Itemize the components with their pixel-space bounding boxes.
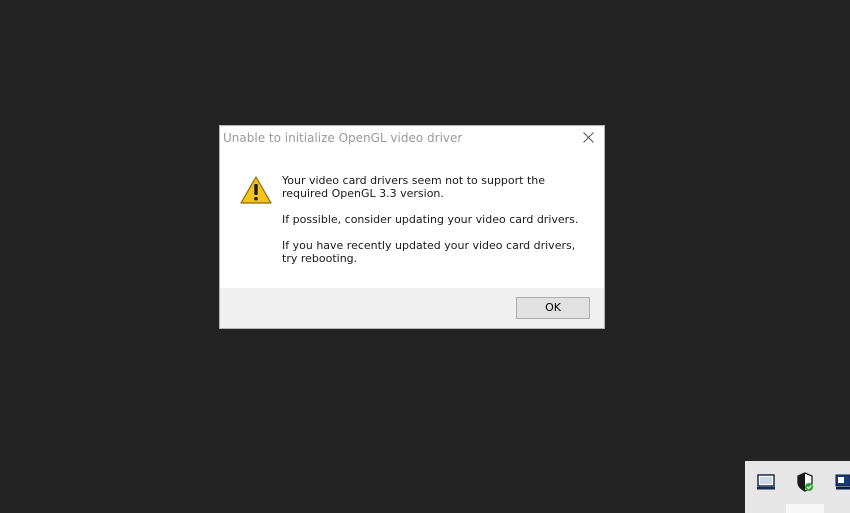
message-line-2: If possible, consider updating your vide… <box>282 213 579 226</box>
message-line-3: If you have recently updated your video … <box>282 239 576 265</box>
tray-highlight <box>786 504 824 513</box>
ok-button[interactable]: OK <box>516 297 590 319</box>
dialog-footer: OK <box>220 288 604 328</box>
dialog-title: Unable to initialize OpenGL video driver <box>223 131 463 145</box>
message-line-1: Your video card drivers seem not to supp… <box>282 174 546 200</box>
close-button[interactable] <box>574 126 604 150</box>
dialog-body: Your video card drivers seem not to supp… <box>220 150 604 288</box>
dialog-message: Your video card drivers seem not to supp… <box>282 174 587 278</box>
security-shield-icon[interactable] <box>795 472 815 492</box>
system-tray <box>745 461 850 513</box>
network-icon[interactable] <box>835 473 850 491</box>
warning-icon <box>240 176 272 204</box>
error-dialog: Unable to initialize OpenGL video driver… <box>219 125 605 329</box>
monitor-icon[interactable] <box>756 473 776 491</box>
dialog-titlebar[interactable]: Unable to initialize OpenGL video driver <box>220 126 604 150</box>
close-icon <box>583 132 594 143</box>
